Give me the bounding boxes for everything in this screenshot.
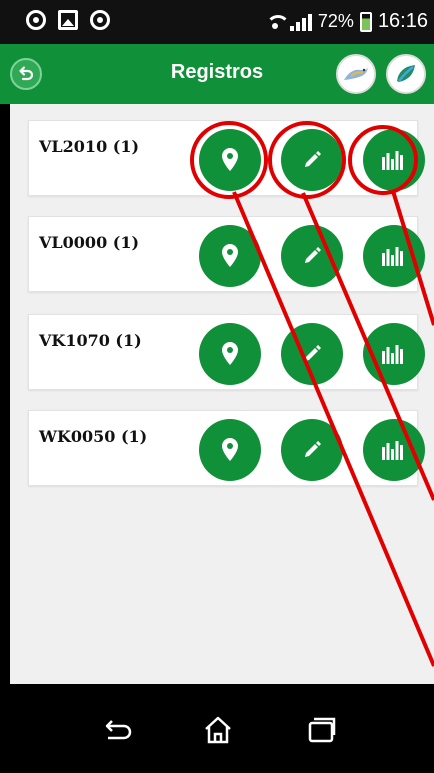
record-card: WK0050 (1) <box>28 410 425 486</box>
nav-recent-button[interactable] <box>302 712 342 748</box>
map-pin-icon <box>222 244 238 267</box>
edit-button[interactable] <box>281 323 343 385</box>
bar-chart-icon <box>382 345 403 364</box>
status-bar: 72% 16:16 <box>0 0 434 44</box>
bird-icon <box>344 67 368 80</box>
status-notifications <box>26 10 110 30</box>
leaf-button[interactable] <box>386 54 426 94</box>
notification-circle-icon <box>90 10 110 30</box>
edit-button[interactable] <box>281 225 343 287</box>
location-button[interactable] <box>199 225 261 287</box>
bar-chart-icon <box>382 247 403 266</box>
clock: 16:16 <box>377 10 428 32</box>
wifi-icon <box>265 14 290 29</box>
bar-chart-icon <box>382 441 403 460</box>
record-label: WK0050 (1) <box>39 427 148 446</box>
battery-icon <box>359 11 372 32</box>
edit-pencil-icon <box>305 441 321 457</box>
battery-percent: 72% <box>317 11 354 31</box>
bird-button[interactable] <box>336 54 376 94</box>
home-icon <box>205 716 231 744</box>
status-indicators: 72% 16:16 <box>265 10 428 33</box>
stats-button[interactable] <box>363 419 425 481</box>
record-label: VK1070 (1) <box>39 331 142 350</box>
system-nav-bar <box>0 684 434 773</box>
nav-back-button[interactable] <box>96 712 136 748</box>
app-bar: Registros <box>0 44 434 104</box>
map-pin-icon <box>222 438 238 461</box>
record-card: VL0000 (1) <box>28 216 425 292</box>
record-label: VL2010 (1) <box>39 137 140 156</box>
notification-circle-icon <box>26 10 46 30</box>
nav-home-button[interactable] <box>198 712 238 748</box>
location-button[interactable] <box>199 419 261 481</box>
records-list: VL2010 (1) VL0000 (1) VK1070 (1) WK0050 … <box>10 104 434 684</box>
bar-chart-icon <box>382 151 403 170</box>
phone-screen: 72% 16:16 Registros VL2010 (1) VL0000 (1… <box>0 0 434 773</box>
screen-edge <box>0 104 10 684</box>
leaf-icon <box>397 65 415 82</box>
edit-pencil-icon <box>305 151 321 167</box>
notification-image-icon <box>58 10 78 30</box>
edit-pencil-icon <box>305 345 321 361</box>
recent-apps-icon <box>308 717 336 743</box>
record-card: VL2010 (1) <box>28 120 425 196</box>
edit-button[interactable] <box>281 419 343 481</box>
stats-button[interactable] <box>363 323 425 385</box>
stats-button[interactable] <box>363 225 425 287</box>
stats-button[interactable] <box>363 129 425 191</box>
edit-pencil-icon <box>305 247 321 263</box>
edit-button[interactable] <box>281 129 343 191</box>
location-button[interactable] <box>199 323 261 385</box>
back-icon <box>105 720 132 740</box>
map-pin-icon <box>222 342 238 365</box>
record-card: VK1070 (1) <box>28 314 425 390</box>
location-button[interactable] <box>199 129 261 191</box>
signal-icon <box>289 13 312 31</box>
map-pin-icon <box>222 148 238 171</box>
record-label: VL0000 (1) <box>39 233 140 252</box>
